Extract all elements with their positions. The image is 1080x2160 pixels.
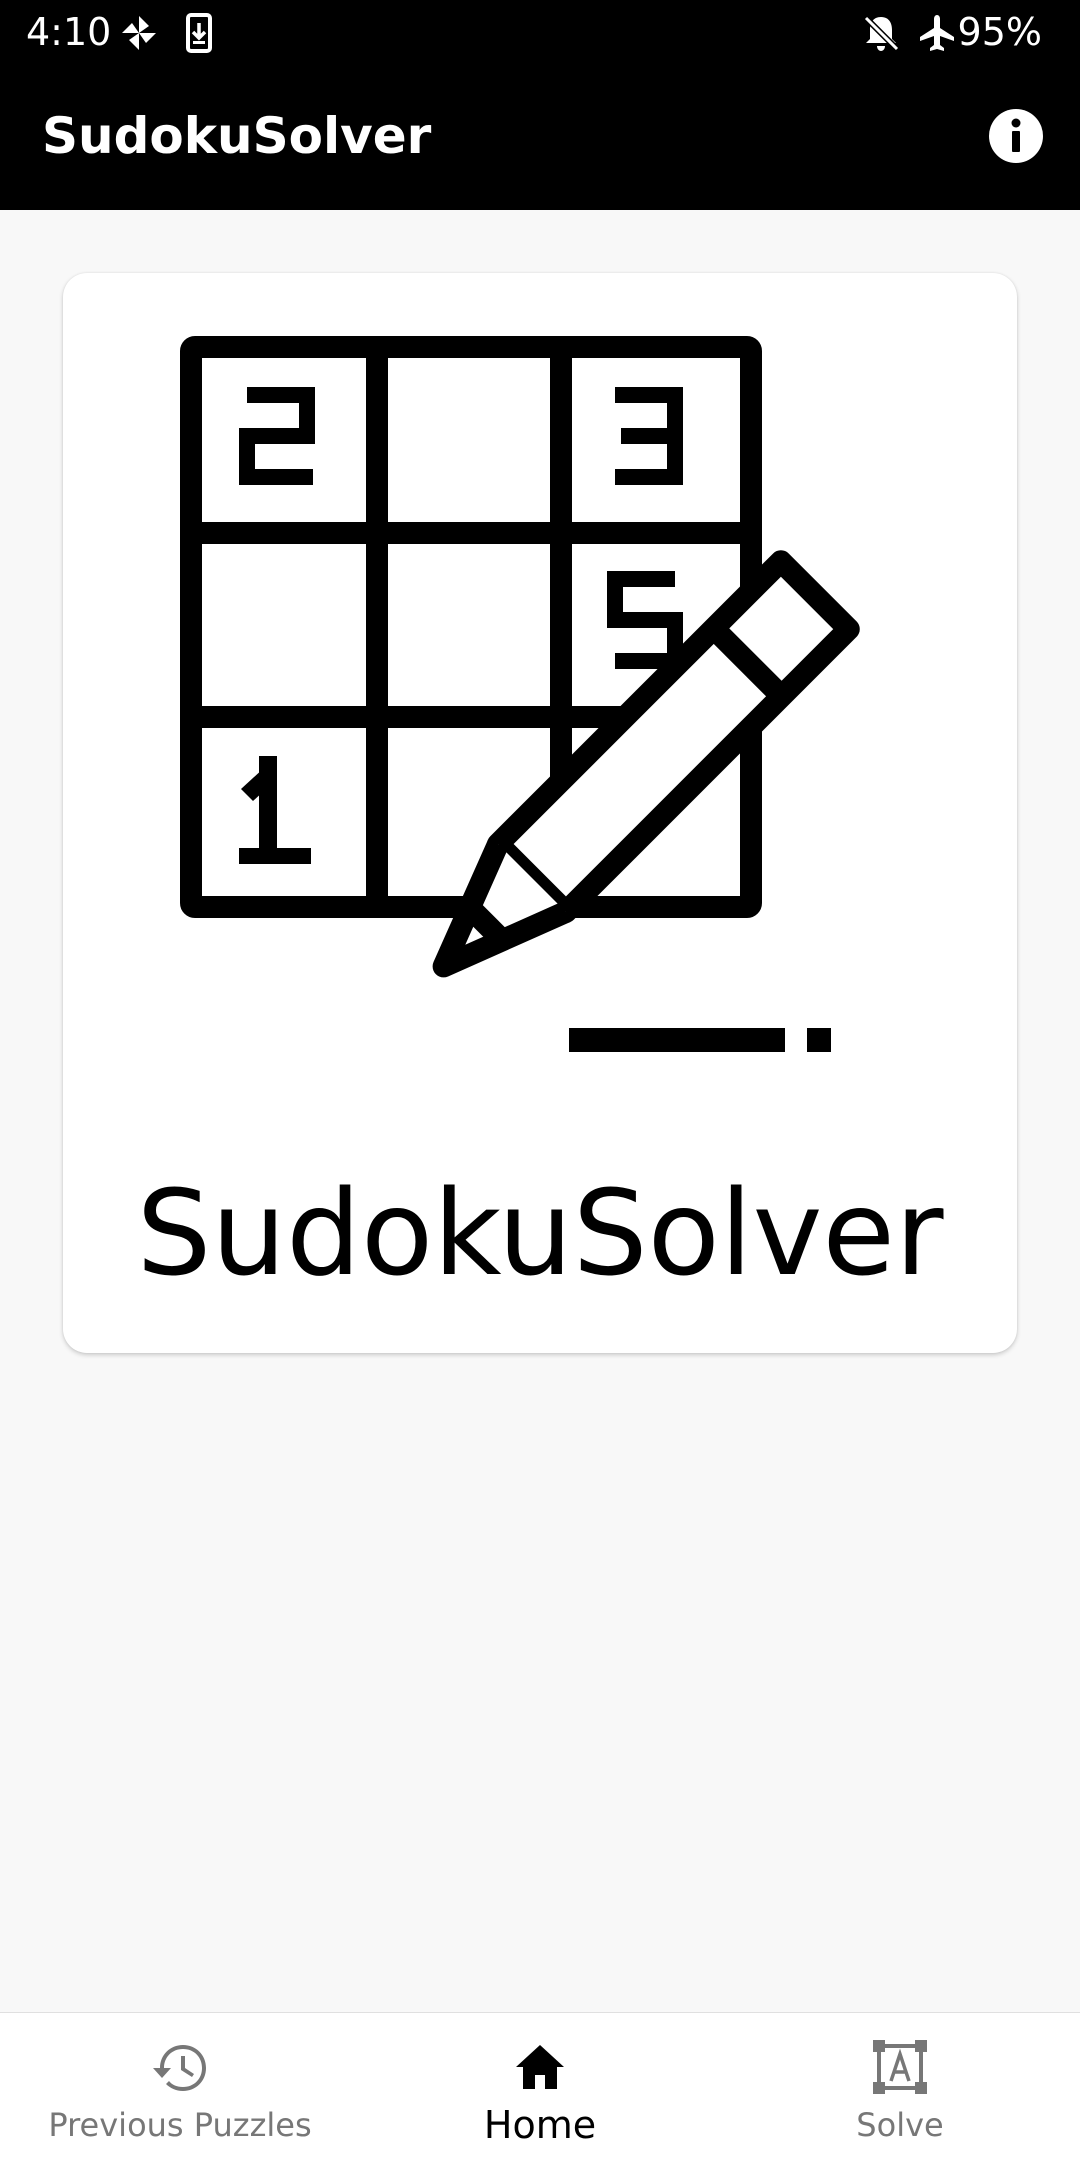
app-bar: SudokuSolver [0, 66, 1080, 210]
nav-label-previous-puzzles: Previous Puzzles [48, 2106, 312, 2144]
nav-label-home: Home [483, 2103, 597, 2147]
nav-label-solve: Solve [856, 2106, 944, 2144]
digit-1 [239, 756, 311, 864]
bottom-navigation: Previous Puzzles Home Solve [0, 2012, 1080, 2160]
nav-previous-puzzles[interactable]: Previous Puzzles [0, 2013, 360, 2160]
scan-text-icon [873, 2040, 927, 2094]
bell-off-icon [863, 15, 900, 52]
status-time: 4:10 [26, 10, 112, 54]
sudoku-grid-pencil-icon [180, 336, 860, 1052]
card-title: SudokuSolver [136, 1164, 944, 1302]
digit-3 [615, 387, 683, 485]
nav-solve[interactable]: Solve [720, 2013, 1080, 2160]
digit-2 [239, 387, 315, 485]
digit-5 [607, 571, 683, 669]
airplane-icon [920, 15, 954, 51]
home-icon [516, 2045, 564, 2089]
download-icon [186, 13, 212, 53]
status-bar: 4:10 95% [0, 0, 1080, 66]
history-icon [153, 2045, 206, 2091]
pinwheel-icon [122, 16, 156, 50]
info-icon[interactable] [988, 108, 1044, 164]
screen: 4:10 95% SudokuSolver SudokuSolver Previ… [0, 0, 1080, 2160]
battery-level: 95% [957, 10, 1042, 54]
app-title: SudokuSolver [42, 107, 432, 165]
nav-home[interactable]: Home [360, 2013, 720, 2160]
home-card: SudokuSolver [63, 273, 1017, 1353]
